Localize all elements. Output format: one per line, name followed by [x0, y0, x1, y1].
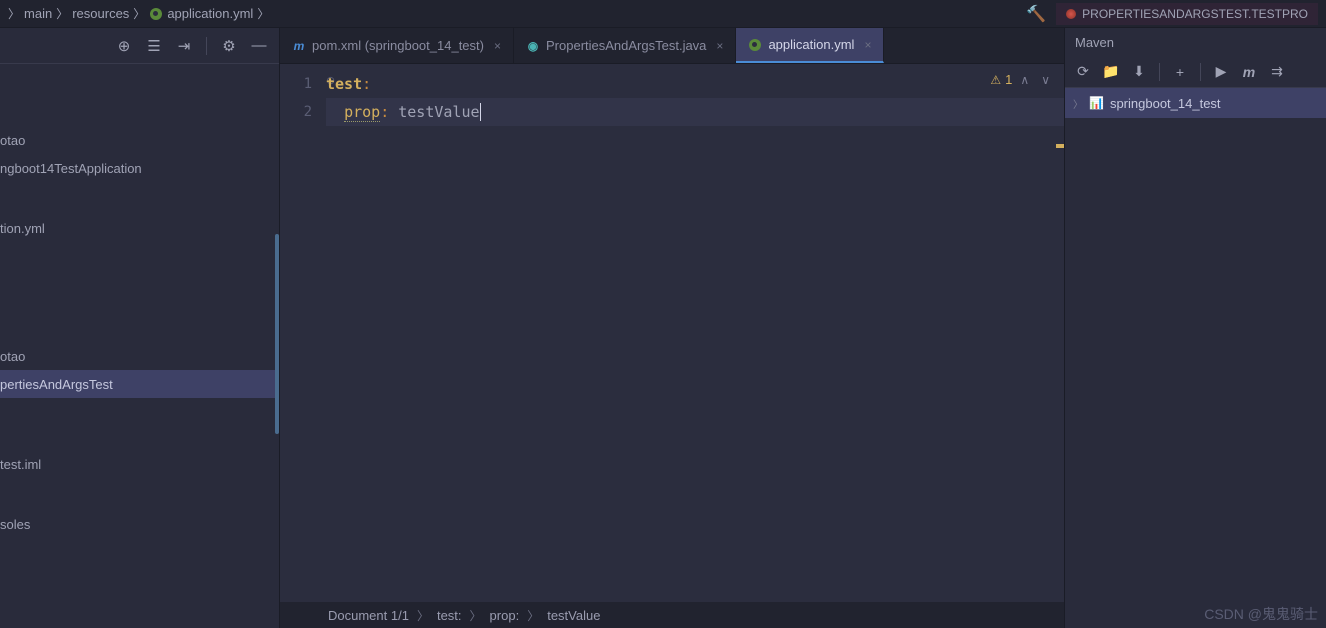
tab-label: PropertiesAndArgsTest.java — [546, 38, 706, 53]
project-sidebar: ⊕ ☰ ⇥ ⚙ — otao ngboot14TestApplication t… — [0, 28, 280, 628]
chevron-icon: 〉 — [133, 5, 145, 22]
maven-icon: m — [292, 39, 306, 53]
maven-panel: Maven ⟳ 📁 ⬇ + ▶ m ⇉ 〉 📊 springboot_14_te… — [1064, 28, 1326, 628]
editor-body[interactable]: 1 2 ⊖ 🔒 test: prop: testValue ⚠ 1 ∧ ∨ — [280, 64, 1064, 602]
inspection-widget[interactable]: ⚠ 1 ∧ ∨ — [986, 70, 1058, 89]
close-icon[interactable]: × — [494, 39, 501, 53]
code-line: test: — [326, 70, 1064, 98]
tree-item[interactable]: soles — [0, 510, 279, 538]
sidebar-toolbar: ⊕ ☰ ⇥ ⚙ — — [0, 28, 279, 64]
minimize-icon[interactable]: — — [247, 34, 271, 58]
close-icon[interactable]: × — [716, 39, 723, 53]
status-bar: Document 1/1 〉 test: 〉 prop: 〉 testValue — [280, 602, 1064, 628]
folder-icon[interactable]: 📁 — [1099, 60, 1123, 84]
project-tree: otao ngboot14TestApplication tion.yml ot… — [0, 64, 279, 628]
path-segment[interactable]: test: — [437, 608, 462, 623]
refresh-icon[interactable]: ⟳ — [1071, 60, 1095, 84]
divider — [1159, 63, 1160, 81]
yml-icon — [748, 38, 762, 52]
chevron-icon: 〉 — [470, 607, 482, 624]
maven-module-icon: 📊 — [1089, 96, 1104, 110]
scrollbar[interactable] — [275, 234, 279, 434]
build-icon[interactable]: 🔨 — [1026, 4, 1046, 24]
tab-pom[interactable]: m pom.xml (springboot_14_test) × — [280, 28, 514, 63]
chevron-icon: 〉 — [527, 607, 539, 624]
next-highlight-icon[interactable]: ∨ — [1037, 73, 1054, 87]
skip-icon[interactable]: ⇉ — [1265, 60, 1289, 84]
divider — [206, 37, 207, 55]
play-icon[interactable]: ▶ — [1209, 60, 1233, 84]
prev-highlight-icon[interactable]: ∧ — [1016, 73, 1033, 87]
tab-label: application.yml — [768, 37, 854, 52]
chevron-icon: 〉 — [8, 5, 20, 22]
chevron-icon: 〉 — [257, 5, 269, 22]
warning-icon: ⚠ — [990, 73, 1001, 87]
editor-tabs: m pom.xml (springboot_14_test) × ◉ Prope… — [280, 28, 1064, 64]
text-cursor — [480, 103, 481, 121]
gear-icon[interactable]: ⚙ — [217, 34, 241, 58]
tree-item-selected[interactable]: pertiesAndArgsTest — [0, 370, 279, 398]
run-config-selector[interactable]: PROPERTIESANDARGSTEST.TESTPRO — [1056, 3, 1318, 25]
run-config-label: PROPERTIESANDARGSTEST.TESTPRO — [1082, 7, 1308, 21]
tree-item[interactable]: ngboot14TestApplication — [0, 154, 279, 182]
breadcrumb-item[interactable]: main — [24, 6, 52, 21]
top-bar: 〉 main 〉 resources 〉 application.yml 〉 🔨… — [0, 0, 1326, 28]
tree-item[interactable]: tion.yml — [0, 214, 279, 242]
java-icon: ◉ — [526, 39, 540, 53]
tree-item[interactable]: test.iml — [0, 450, 279, 478]
code-line-current: prop: testValue — [326, 98, 1064, 126]
breadcrumb-item[interactable]: application.yml — [167, 6, 253, 21]
warning-badge[interactable]: ⚠ 1 — [990, 72, 1012, 87]
download-icon[interactable]: ⬇ — [1127, 60, 1151, 84]
divider — [1200, 63, 1201, 81]
chevron-icon: 〉 — [56, 5, 68, 22]
tree-item[interactable]: otao — [0, 126, 279, 154]
top-right-controls: 🔨 PROPERTIESANDARGSTEST.TESTPRO — [1026, 3, 1318, 25]
path-segment[interactable]: testValue — [547, 608, 600, 623]
warning-stripe[interactable] — [1056, 144, 1064, 148]
close-icon[interactable]: × — [864, 38, 871, 52]
maven-toolbar: ⟳ 📁 ⬇ + ▶ m ⇉ — [1065, 56, 1326, 88]
line-number: 2 — [280, 98, 326, 126]
line-gutter: 1 2 — [280, 64, 326, 602]
line-number: 1 — [280, 70, 326, 98]
tab-yml[interactable]: application.yml × — [736, 28, 884, 63]
warning-count: 1 — [1005, 72, 1012, 87]
maven-icon[interactable]: m — [1237, 60, 1261, 84]
document-position: Document 1/1 — [328, 608, 409, 623]
editor-area: m pom.xml (springboot_14_test) × ◉ Prope… — [280, 28, 1064, 628]
add-icon[interactable]: + — [1168, 60, 1192, 84]
tab-java[interactable]: ◉ PropertiesAndArgsTest.java × — [514, 28, 736, 63]
tree-item[interactable]: otao — [0, 342, 279, 370]
path-segment[interactable]: prop: — [490, 608, 520, 623]
chevron-icon: 〉 — [417, 607, 429, 624]
locate-icon[interactable]: ⊕ — [112, 34, 136, 58]
test-config-icon — [1066, 9, 1076, 19]
maven-panel-title: Maven — [1065, 28, 1326, 56]
main-container: ⊕ ☰ ⇥ ⚙ — otao ngboot14TestApplication t… — [0, 28, 1326, 628]
maven-project-label: springboot_14_test — [1110, 96, 1221, 111]
expand-icon[interactable]: 〉 — [1073, 96, 1083, 111]
breadcrumb-item[interactable]: resources — [72, 6, 129, 21]
expand-icon[interactable]: ☰ — [142, 34, 166, 58]
tab-label: pom.xml (springboot_14_test) — [312, 38, 484, 53]
collapse-icon[interactable]: ⇥ — [172, 34, 196, 58]
code-content[interactable]: test: prop: testValue — [326, 64, 1064, 602]
yml-icon — [149, 7, 163, 21]
breadcrumb: 〉 main 〉 resources 〉 application.yml 〉 — [8, 5, 1026, 22]
maven-project-item[interactable]: 〉 📊 springboot_14_test — [1065, 88, 1326, 118]
